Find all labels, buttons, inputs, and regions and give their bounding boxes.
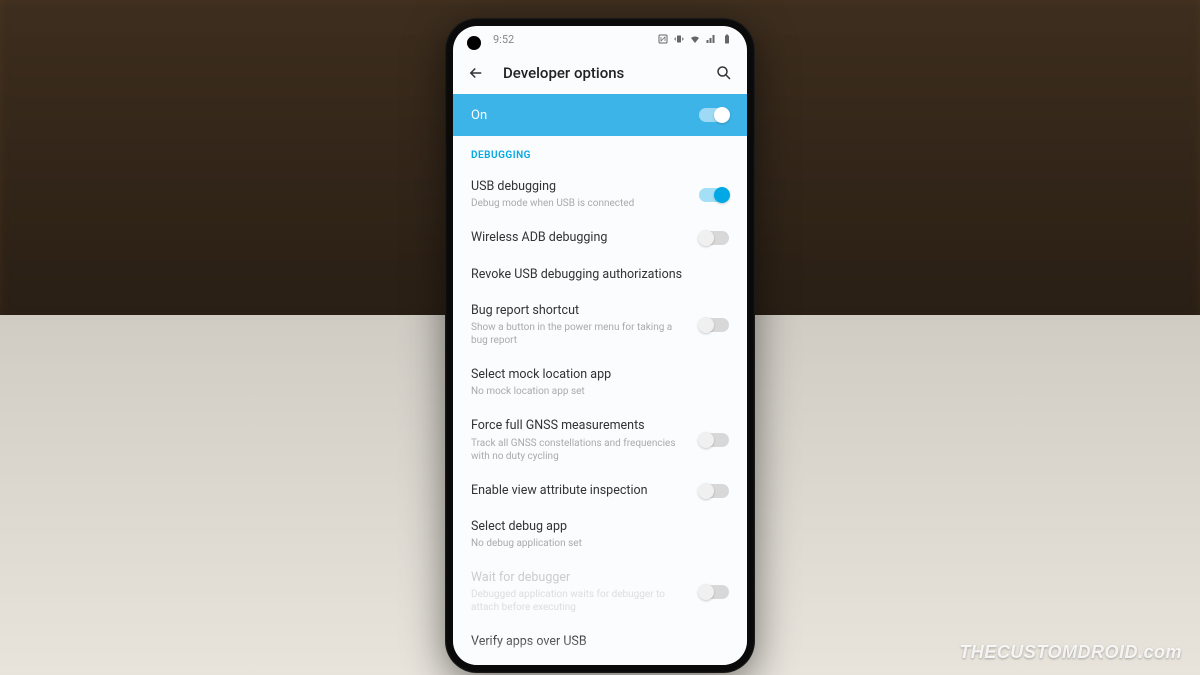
app-header: Developer options: [453, 52, 747, 94]
signal-icon: [705, 33, 717, 45]
row-subtitle: No mock location app set: [471, 385, 729, 398]
row-usb-debugging[interactable]: USB debugging Debug mode when USB is con…: [471, 169, 729, 220]
vibrate-icon: [673, 33, 685, 45]
toggle-gnss[interactable]: [699, 433, 729, 447]
status-icons: [657, 33, 733, 45]
phone-screen: 9:52 Developer options On DEBUGGING USB …: [453, 26, 747, 665]
row-title: Bug report shortcut: [471, 303, 687, 319]
battery-icon: [721, 33, 733, 45]
row-subtitle: Show a button in the power menu for taki…: [471, 321, 687, 347]
status-time: 9:52: [493, 33, 514, 46]
row-title: Force full GNSS measurements: [471, 418, 687, 434]
row-title: Select debug app: [471, 519, 729, 535]
row-verify-apps-usb[interactable]: Verify apps over USB: [471, 624, 729, 660]
row-title: Revoke USB debugging authorizations: [471, 267, 729, 283]
toggle-wireless-adb[interactable]: [699, 231, 729, 245]
nfc-icon: [657, 33, 669, 45]
row-subtitle: Debug mode when USB is connected: [471, 197, 687, 210]
status-bar: 9:52: [453, 26, 747, 52]
toggle-wait-debugger: [699, 585, 729, 599]
row-mock-location[interactable]: Select mock location app No mock locatio…: [471, 357, 729, 408]
row-wireless-adb[interactable]: Wireless ADB debugging: [471, 220, 729, 256]
row-select-debug-app[interactable]: Select debug app No debug application se…: [471, 509, 729, 560]
watermark: THECUSTOMDROID.com: [959, 642, 1182, 663]
row-subtitle: No debug application set: [471, 537, 729, 550]
search-icon[interactable]: [715, 64, 733, 82]
row-title: USB debugging: [471, 179, 687, 195]
row-bug-report-shortcut[interactable]: Bug report shortcut Show a button in the…: [471, 293, 729, 357]
row-title: Verify apps over USB: [471, 634, 729, 650]
row-title: Wait for debugger: [471, 570, 687, 586]
back-arrow-icon[interactable]: [467, 64, 485, 82]
master-toggle-switch[interactable]: [699, 108, 729, 122]
toggle-usb-debugging[interactable]: [699, 188, 729, 202]
master-toggle-row[interactable]: On: [453, 94, 747, 136]
settings-list: DEBUGGING USB debugging Debug mode when …: [453, 136, 747, 661]
row-title: Enable view attribute inspection: [471, 483, 687, 499]
wifi-icon: [689, 33, 701, 45]
toggle-view-attr[interactable]: [699, 484, 729, 498]
row-subtitle: Track all GNSS constellations and freque…: [471, 437, 687, 463]
toggle-bug-report[interactable]: [699, 318, 729, 332]
row-view-attribute[interactable]: Enable view attribute inspection: [471, 473, 729, 509]
section-header-debugging: DEBUGGING: [471, 136, 729, 169]
row-title: Wireless ADB debugging: [471, 230, 687, 246]
row-title: Select mock location app: [471, 367, 729, 383]
camera-punch-hole: [467, 36, 481, 50]
master-toggle-label: On: [471, 108, 487, 123]
row-subtitle: Debugged application waits for debugger …: [471, 588, 687, 614]
phone-frame: 9:52 Developer options On DEBUGGING USB …: [445, 18, 755, 673]
page-title: Developer options: [503, 64, 697, 82]
row-wait-debugger: Wait for debugger Debugged application w…: [471, 560, 729, 624]
row-revoke-auth[interactable]: Revoke USB debugging authorizations: [471, 257, 729, 293]
row-gnss[interactable]: Force full GNSS measurements Track all G…: [471, 408, 729, 472]
